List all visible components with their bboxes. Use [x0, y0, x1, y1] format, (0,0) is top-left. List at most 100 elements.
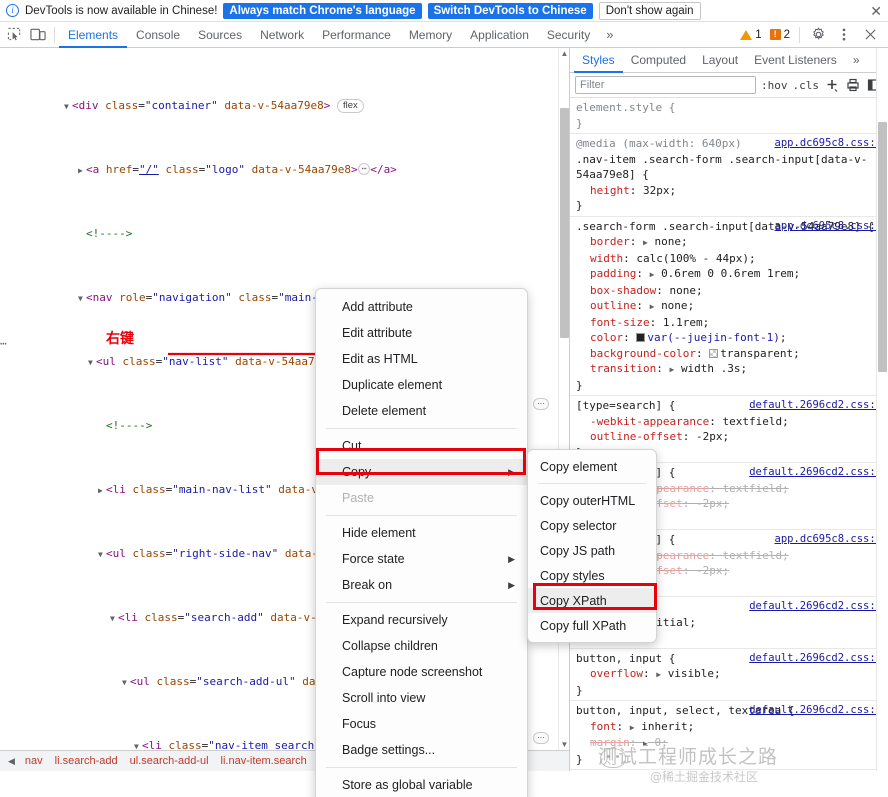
tab-elements[interactable]: Elements: [59, 22, 127, 48]
gear-icon[interactable]: [806, 24, 830, 46]
breadcrumb-item-li-search-add[interactable]: li.search-add: [49, 755, 124, 767]
submenu-item-copy-outerhtml[interactable]: Copy outerHTML: [528, 488, 656, 513]
menu-item-paste[interactable]: Paste: [316, 485, 527, 511]
menu-item-cut[interactable]: Cut: [316, 433, 527, 459]
breadcrumb-item-ul-search-add-ul[interactable]: ul.search-add-ul: [124, 755, 215, 767]
css-property[interactable]: -webkit-appearance: [576, 414, 709, 430]
css-property[interactable]: background-color: [576, 346, 696, 362]
css-value[interactable]: textfield: [722, 415, 782, 428]
css-value[interactable]: 0.6rem 0 0.6rem 1rem: [661, 267, 793, 280]
submenu-item-copy-full-xpath[interactable]: Copy full XPath: [528, 613, 656, 638]
submenu-item-copy-selector[interactable]: Copy selector: [528, 513, 656, 538]
css-value[interactable]: 1.1rem: [663, 316, 703, 329]
device-toolbar-icon[interactable]: [26, 24, 50, 46]
dom-scrollbar[interactable]: ▲ ▼: [558, 48, 569, 750]
menu-item-duplicate-element[interactable]: Duplicate element: [316, 372, 527, 398]
css-property[interactable]: margin: [576, 735, 630, 751]
css-rule-element-style[interactable]: element.style { }: [570, 98, 887, 134]
tab-memory[interactable]: Memory: [400, 22, 461, 48]
css-value[interactable]: none: [661, 299, 688, 312]
css-rule-button-input[interactable]: button, input { default.2696cd2.css:1 ov…: [570, 649, 887, 702]
submenu-item-copy-js-path[interactable]: Copy JS path: [528, 538, 656, 563]
inspect-cursor-icon[interactable]: [2, 24, 26, 46]
node-ellipsis-marker[interactable]: ⋯: [533, 731, 549, 745]
breadcrumb-item-nav[interactable]: nav: [19, 755, 49, 767]
css-property[interactable]: transition: [576, 361, 656, 377]
menu-item-focus[interactable]: Focus: [316, 711, 527, 737]
css-property[interactable]: height: [576, 183, 630, 199]
hov-toggle[interactable]: :hov: [761, 79, 788, 92]
submenu-item-copy-styles[interactable]: Copy styles: [528, 563, 656, 588]
tab-console[interactable]: Console: [127, 22, 189, 48]
css-value[interactable]: -2px: [696, 430, 723, 443]
menu-item-store-as-global-variable[interactable]: Store as global variable: [316, 772, 527, 797]
always-match-language-button[interactable]: Always match Chrome's language: [223, 3, 421, 19]
css-property[interactable]: outline-offset: [576, 429, 683, 445]
css-property[interactable]: border: [576, 234, 630, 250]
css-value[interactable]: visible: [668, 667, 714, 680]
errors-counter[interactable]: ! 2: [767, 29, 793, 41]
css-value[interactable]: transparent: [720, 347, 793, 360]
more-tabs-button[interactable]: »: [599, 22, 620, 48]
css-property[interactable]: overflow: [576, 666, 643, 682]
dont-show-again-button[interactable]: Don't show again: [599, 2, 701, 20]
css-source-link[interactable]: app.dc695c8.css:1: [775, 136, 882, 152]
cls-toggle[interactable]: .cls: [793, 79, 820, 92]
css-source-link[interactable]: default.2696cd2.css:1: [749, 465, 882, 481]
menu-item-copy[interactable]: Copy ▶: [316, 459, 527, 485]
css-source-link[interactable]: default.2696cd2.css:1: [749, 599, 882, 615]
styles-scrollbar[interactable]: [876, 48, 887, 771]
menu-item-delete-element[interactable]: Delete element: [316, 398, 527, 424]
warnings-counter[interactable]: 1: [737, 29, 764, 41]
menu-item-badge-settings[interactable]: Badge settings...: [316, 737, 527, 763]
close-icon[interactable]: [858, 24, 882, 46]
close-icon[interactable]: ✕: [870, 4, 882, 18]
css-source-link[interactable]: app.dc695c8.css:1: [775, 219, 882, 235]
color-swatch[interactable]: [636, 333, 645, 342]
scroll-down-arrow-icon[interactable]: ▼: [560, 739, 569, 750]
menu-item-break-on[interactable]: Break on ▶: [316, 572, 527, 598]
css-value[interactable]: inherit: [641, 720, 687, 733]
scrollbar-thumb[interactable]: [560, 108, 569, 338]
tab-security[interactable]: Security: [538, 22, 599, 48]
menu-item-add-attribute[interactable]: Add attribute: [316, 294, 527, 320]
css-property[interactable]: outline: [576, 298, 636, 314]
breadcrumb-left-arrow-icon[interactable]: ◀: [4, 756, 19, 767]
css-source-link[interactable]: default.2696cd2.css:1: [749, 651, 882, 667]
css-source-link[interactable]: app.dc695c8.css:1: [775, 532, 882, 548]
node-ellipsis-marker[interactable]: ⋯: [533, 397, 549, 411]
tab-layout[interactable]: Layout: [694, 48, 746, 73]
print-media-icon[interactable]: [845, 77, 861, 93]
css-value[interactable]: width .3s: [681, 362, 741, 375]
styles-filter-input[interactable]: Filter: [575, 76, 756, 94]
css-rule-form-elements[interactable]: button, input, select, textarea { defaul…: [570, 701, 887, 770]
scroll-up-arrow-icon[interactable]: ▲: [560, 48, 569, 59]
css-rule-a-button-input[interactable]: a, button, input { default.2696cd2.css:1…: [570, 770, 887, 771]
switch-to-chinese-button[interactable]: Switch DevTools to Chinese: [428, 3, 593, 19]
dom-line[interactable]: ▶<a href="/" class="logo" data-v-54aa79e…: [0, 162, 569, 178]
css-property[interactable]: font-size: [576, 315, 650, 331]
menu-item-edit-attribute[interactable]: Edit attribute: [316, 320, 527, 346]
submenu-item-copy-element[interactable]: Copy element: [528, 454, 656, 479]
menu-item-expand-recursively[interactable]: Expand recursively: [316, 607, 527, 633]
tab-computed[interactable]: Computed: [623, 48, 694, 73]
submenu-item-copy-xpath[interactable]: Copy XPath: [528, 588, 656, 613]
menu-item-hide-element[interactable]: Hide element: [316, 520, 527, 546]
plus-icon[interactable]: [824, 77, 840, 93]
color-swatch[interactable]: [709, 349, 718, 358]
tab-styles[interactable]: Styles: [574, 48, 623, 73]
menu-item-force-state[interactable]: Force state ▶: [316, 546, 527, 572]
menu-item-collapse-children[interactable]: Collapse children: [316, 633, 527, 659]
css-value[interactable]: calc(100% - 44px): [636, 252, 749, 265]
css-source-link[interactable]: default.2696cd2.css:1: [749, 398, 882, 414]
css-value[interactable]: var(--juejin-font-1): [647, 331, 779, 344]
dom-line[interactable]: <!---->: [0, 226, 569, 242]
css-value[interactable]: -2px: [696, 564, 723, 577]
css-property[interactable]: padding: [576, 266, 636, 282]
css-rule-search-input[interactable]: .search-form .search-input[data-v-54aa79…: [570, 217, 887, 397]
css-value[interactable]: none: [669, 284, 696, 297]
css-value[interactable]: textfield: [722, 549, 782, 562]
breadcrumb-item-li-nav-item-search[interactable]: li.nav-item.search: [215, 755, 313, 767]
tab-network[interactable]: Network: [251, 22, 313, 48]
tab-application[interactable]: Application: [461, 22, 538, 48]
